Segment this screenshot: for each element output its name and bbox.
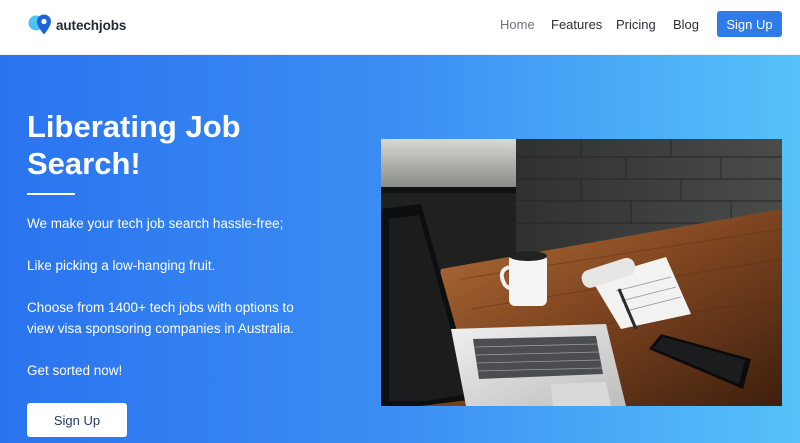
brand-name: autechjobs <box>56 17 127 33</box>
nav-blog-link[interactable]: Blog <box>673 17 699 32</box>
location-pin-logo-icon <box>27 12 53 38</box>
hero-title: Liberating Job Search! <box>27 109 241 181</box>
hero-paragraph-2: Like picking a low-hanging fruit. <box>27 258 216 273</box>
nav-home-link[interactable]: Home <box>500 17 535 32</box>
nav-signup-button[interactable]: Sign Up <box>717 11 782 37</box>
hero-workspace-image <box>381 139 782 406</box>
nav-pricing-link[interactable]: Pricing <box>616 17 656 32</box>
hero-divider <box>27 193 75 195</box>
hero-section: Liberating Job Search! We make your tech… <box>0 55 800 443</box>
hero-paragraph-3: Choose from 1400+ tech jobs with options… <box>27 300 295 336</box>
hero-paragraph-1: We make your tech job search hassle-free… <box>27 216 284 231</box>
navbar: autechjobs Home Features Pricing Blog Si… <box>0 0 800 55</box>
hero-paragraph-4: Get sorted now! <box>27 363 123 378</box>
hero-signup-button[interactable]: Sign Up <box>27 403 127 437</box>
brand[interactable]: autechjobs <box>27 12 126 38</box>
nav-features-link[interactable]: Features <box>551 17 602 32</box>
